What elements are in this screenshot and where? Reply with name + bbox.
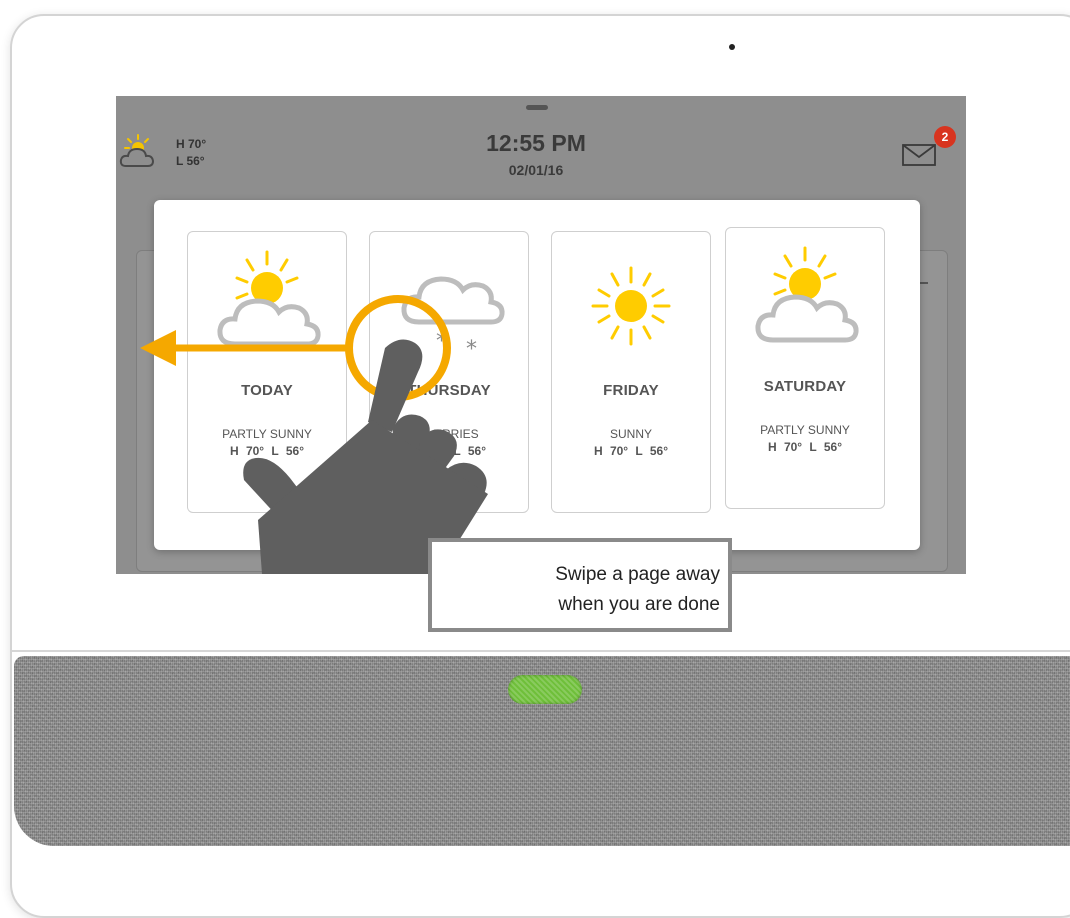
forecast-temps: H 70° L 56° <box>593 444 669 458</box>
clock-time: 12:55 PM <box>486 130 586 156</box>
forecast-condition: SUNNY <box>609 427 652 441</box>
forecast-condition: PARTLY SUNNY <box>760 423 850 437</box>
partly-sunny-icon <box>755 246 859 343</box>
forecast-day-name: FRIDAY <box>603 382 659 399</box>
forecast-temps: H 70° L 56° <box>767 440 843 454</box>
forecast-card-thursday[interactable]: * * THURSDAY FLURRIES H 70° L 56° <box>369 231 529 513</box>
home-button[interactable] <box>508 675 582 704</box>
sunny-icon <box>591 266 671 346</box>
clock-date: 02/01/16 <box>508 162 564 178</box>
forecast-temps: H 70° L 56° <box>229 444 305 458</box>
forecast-card-saturday[interactable]: SATURDAY PARTLY SUNNY H 70° L 56° <box>725 227 885 509</box>
svg-text:*: * <box>466 337 477 356</box>
forecast-modal[interactable]: TODAY PARTLY SUNNY H 70° L 56° * * THURS… <box>154 200 920 550</box>
forecast-day-name: TODAY <box>241 382 293 399</box>
forecast-day-name: SATURDAY <box>763 378 847 395</box>
camera-lens <box>729 44 735 50</box>
forecast-card-today[interactable]: TODAY PARTLY SUNNY H 70° L 56° <box>187 231 347 513</box>
forecast-day-name: THURSDAY <box>407 382 491 399</box>
partly-sunny-icon <box>119 134 155 167</box>
current-low-temp: L 56° <box>176 154 205 168</box>
flurries-icon: * * <box>401 276 505 356</box>
touchscreen[interactable]: H 70° L 56° 12:55 PM 02/01/16 2 TODAY PA… <box>116 96 966 574</box>
forecast-temps: H 70° L 56° <box>411 444 487 458</box>
caption-line-2: when you are done <box>558 594 720 615</box>
pull-down-handle[interactable] <box>526 105 548 110</box>
bezel-divider <box>12 650 1070 652</box>
svg-text:*: * <box>436 329 447 354</box>
caption-line-1: Swipe a page away <box>555 564 720 585</box>
forecast-condition: PARTLY SUNNY <box>222 427 312 441</box>
tutorial-caption: Swipe a page away when you are done <box>428 538 732 632</box>
envelope-icon[interactable] <box>901 141 939 167</box>
forecast-card-friday[interactable]: FRIDAY SUNNY H 70° L 56° <box>551 231 711 513</box>
current-high-temp: H 70° <box>176 137 207 151</box>
message-count-badge: 2 <box>934 126 956 148</box>
partly-sunny-icon <box>217 250 321 347</box>
forecast-condition: FLURRIES <box>419 427 479 441</box>
